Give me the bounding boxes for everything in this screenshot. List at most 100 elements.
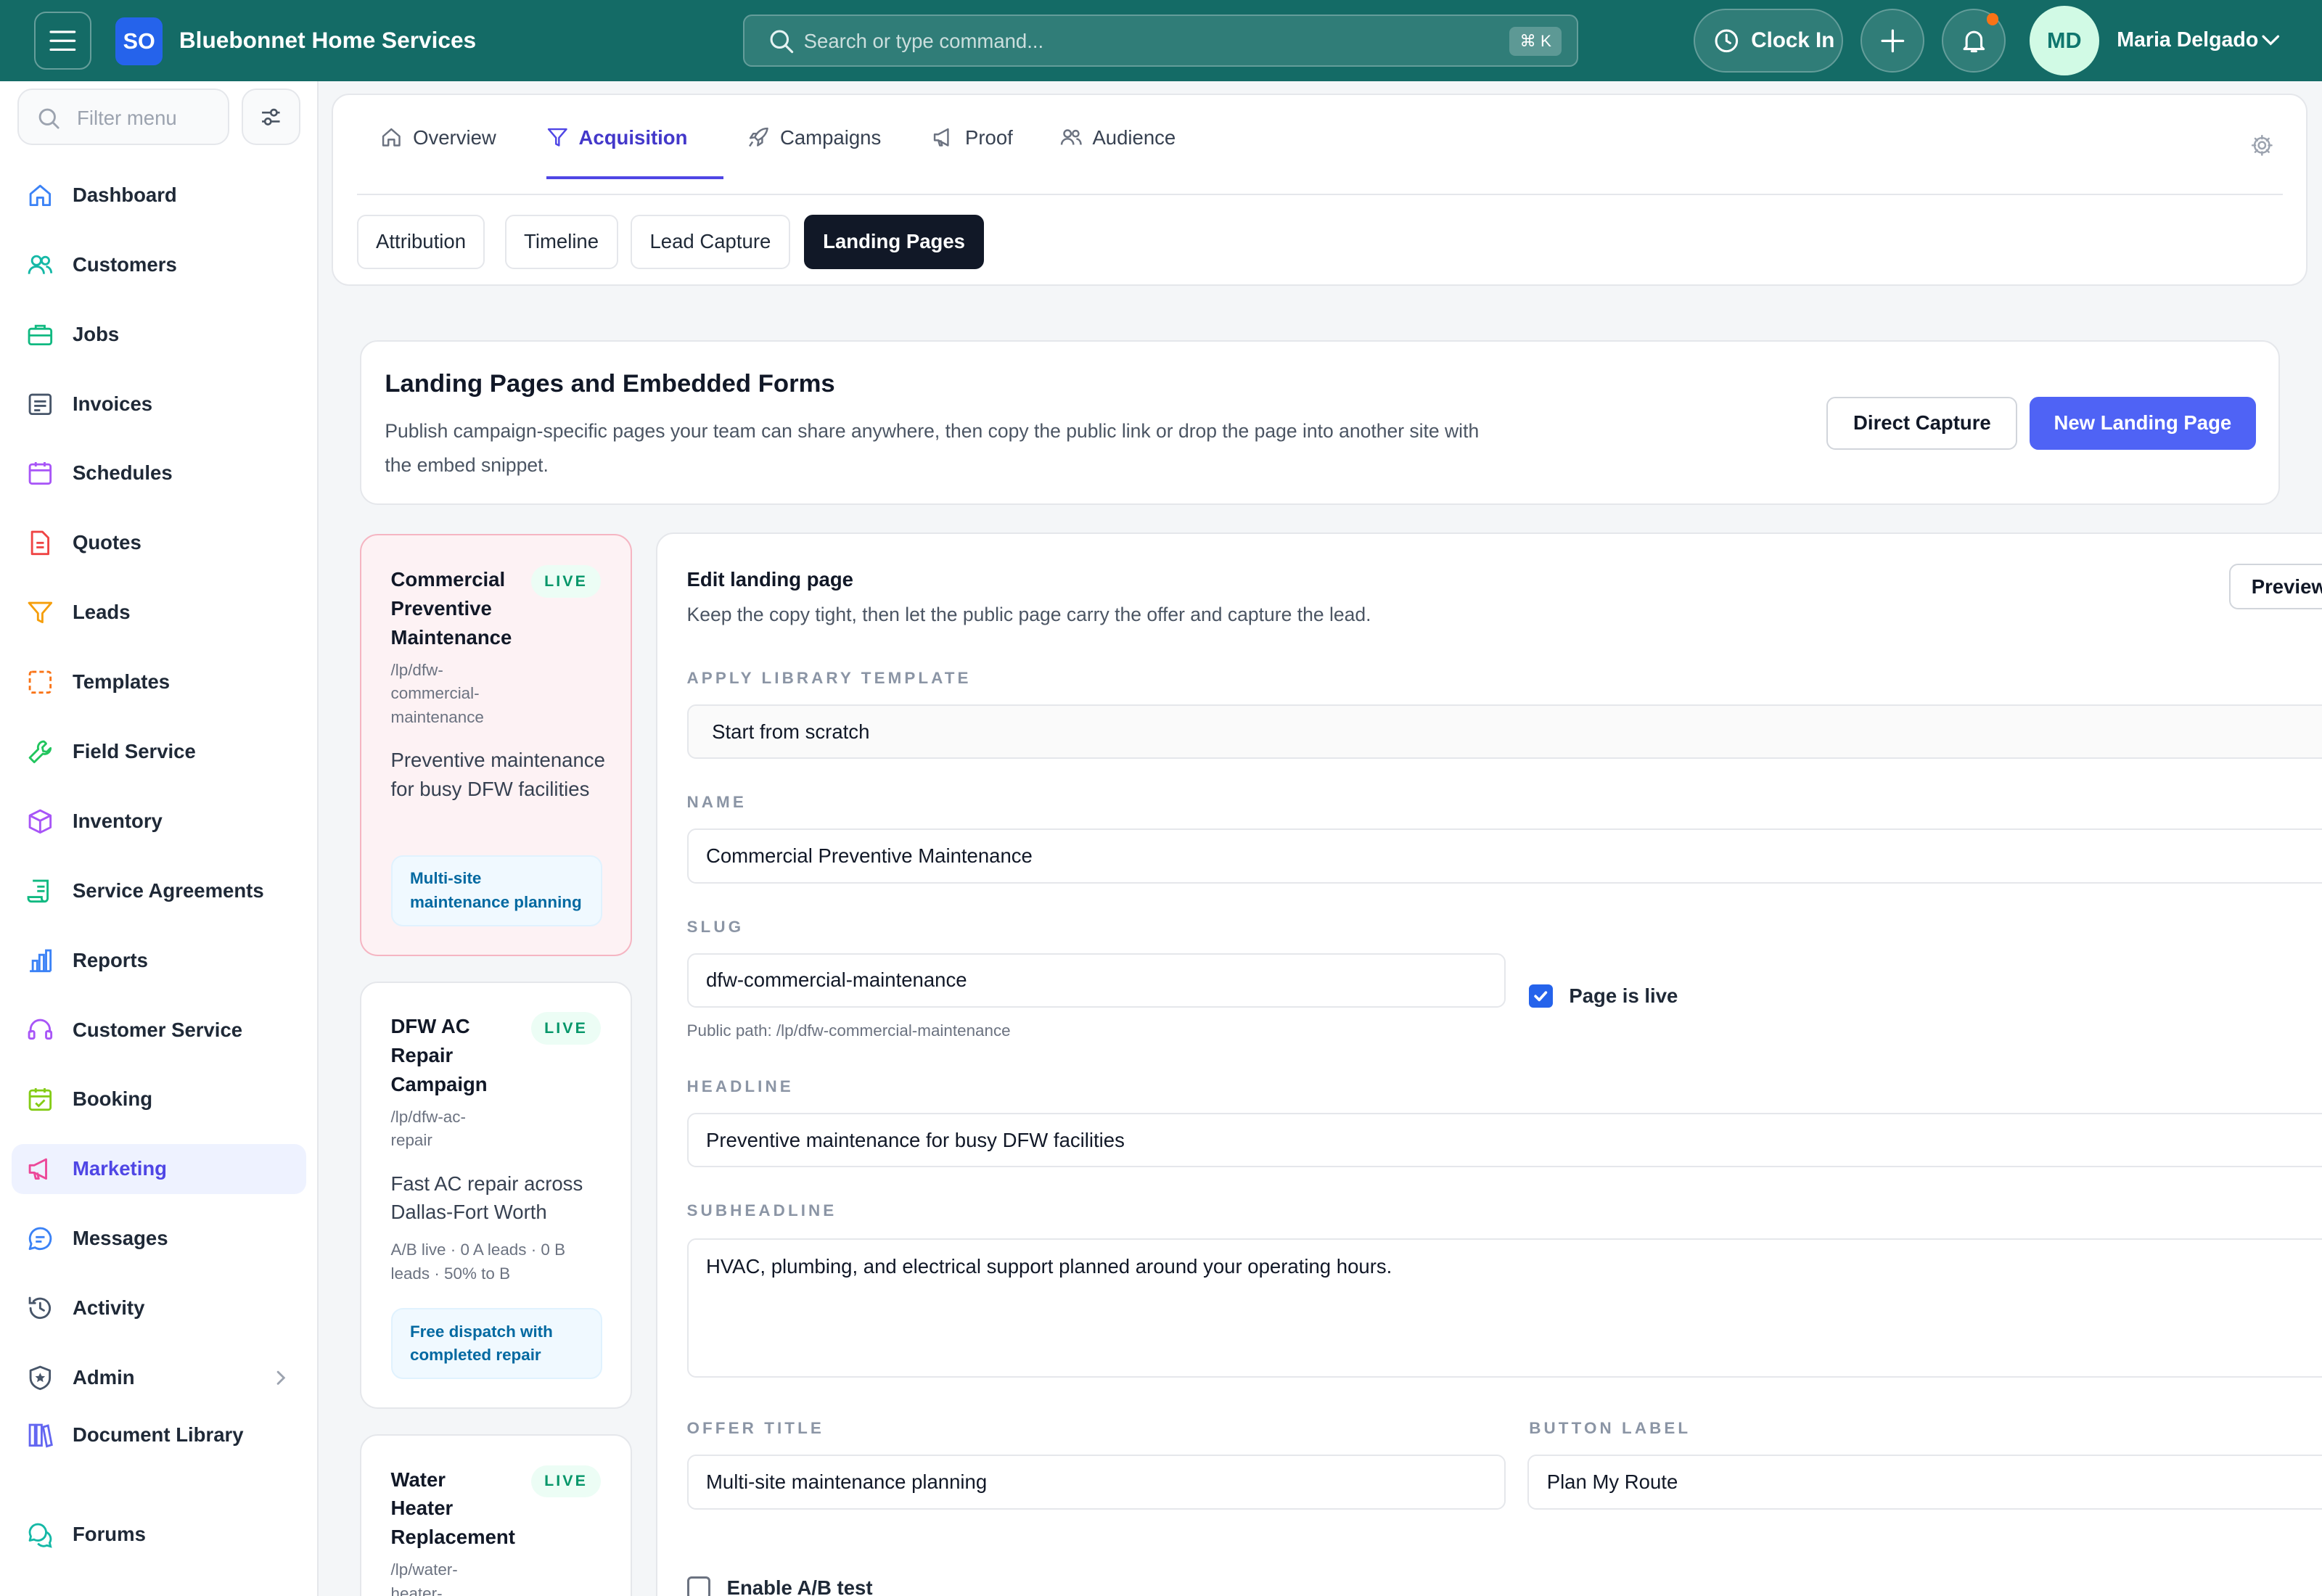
sidebar-item-label: Marketing xyxy=(72,1157,167,1180)
sidebar-item-marketing[interactable]: Marketing xyxy=(12,1143,307,1195)
subtab-timeline[interactable]: Timeline xyxy=(504,214,618,270)
tab-audience[interactable]: Audience xyxy=(1060,95,1176,181)
subheadline-textarea[interactable]: HVAC, plumbing, and electrical support p… xyxy=(686,1238,2322,1378)
file-icon xyxy=(30,530,49,556)
sidebar-item-reports[interactable]: Reports xyxy=(12,935,306,985)
filter-menu-input[interactable]: Filter menu xyxy=(17,89,230,145)
subtab-lead-capture[interactable]: Lead Capture xyxy=(630,214,790,270)
slug-field[interactable]: dfw-commercial-maintenance xyxy=(686,953,1506,1008)
sidebar: Filter menu Dashboard Customers Jobs Inv… xyxy=(0,81,319,1596)
users-icon xyxy=(28,255,52,274)
headline-field[interactable]: Preventive maintenance for busy DFW faci… xyxy=(686,1113,2322,1168)
landing-page-title: DFW AC Repair Campaign xyxy=(390,1015,488,1095)
editor-subtitle: Keep the copy tight, then let the public… xyxy=(686,604,1371,626)
users-icon xyxy=(1060,129,1082,145)
user-name[interactable]: Maria Delgado xyxy=(2117,28,2258,52)
offer-title-field[interactable]: Multi-site maintenance planning xyxy=(686,1455,1506,1510)
slug-label: SLUG xyxy=(686,917,744,936)
shield-icon xyxy=(29,1365,51,1390)
button-label-label: BUTTON LABEL xyxy=(1529,1419,1691,1438)
sidebar-item-booking[interactable]: Booking xyxy=(12,1074,306,1124)
sidebar-item-customer-service[interactable]: Customer Service xyxy=(12,1005,306,1055)
clock-in-button[interactable]: Clock In xyxy=(1693,9,1843,73)
landing-page-slug: /lp/dfw-ac-repair xyxy=(390,1107,466,1150)
sidebar-item-admin[interactable]: Admin xyxy=(12,1353,306,1403)
sidebar-item-jobs[interactable]: Jobs xyxy=(12,309,306,359)
direct-capture-button[interactable]: Direct Capture xyxy=(1826,396,2018,451)
add-button[interactable] xyxy=(1861,9,1924,73)
subtab-landing-pages[interactable]: Landing Pages xyxy=(803,214,985,270)
clock-icon xyxy=(1715,29,1739,52)
sidebar-item-field-service[interactable]: Field Service xyxy=(12,727,306,777)
clock-in-label: Clock In xyxy=(1751,28,1835,53)
sidebar-item-forums[interactable]: Forums xyxy=(12,1510,306,1560)
landing-page-card[interactable]: Commercial Preventive Maintenance LIVE /… xyxy=(359,534,633,956)
plus-icon xyxy=(1881,29,1905,53)
sidebar-item-label: Service Agreements xyxy=(72,879,264,902)
ab-test-checkbox[interactable] xyxy=(686,1576,711,1596)
sidebar-item-customers[interactable]: Customers xyxy=(12,239,306,289)
sidebar-item-activity[interactable]: Activity xyxy=(12,1283,306,1333)
chevron-down-icon[interactable] xyxy=(2260,30,2281,51)
landing-page-card[interactable]: Water Heater Replacement LIVE /lp/water-… xyxy=(359,1433,633,1596)
template-select[interactable]: Start from scratch xyxy=(686,704,2322,760)
ab-test-label[interactable]: Enable A/B test xyxy=(727,1576,873,1596)
sidebar-item-schedules[interactable]: Schedules xyxy=(12,448,306,498)
forum-icon xyxy=(28,1523,52,1548)
sidebar-item-label: Activity xyxy=(72,1296,145,1320)
new-landing-page-button[interactable]: New Landing Page xyxy=(2029,396,2256,451)
landing-page-title: Water Heater Replacement xyxy=(390,1468,515,1549)
tab-label: Overview xyxy=(413,126,496,149)
tab-campaigns[interactable]: Campaigns xyxy=(747,95,881,181)
filter-settings-button[interactable] xyxy=(241,89,301,145)
command-search[interactable]: Search or type command... ⌘ K xyxy=(743,15,1578,67)
status-badge: LIVE xyxy=(530,1465,602,1498)
subheadline-label: SUBHEADLINE xyxy=(686,1201,837,1220)
chat-icon xyxy=(28,1227,52,1251)
sidebar-item-document-library[interactable]: Document Library xyxy=(12,1410,306,1460)
page-live-checkbox[interactable] xyxy=(1529,984,1553,1008)
sidebar-item-invoices[interactable]: Invoices xyxy=(12,379,306,429)
sidebar-item-inventory[interactable]: Inventory xyxy=(12,797,306,847)
preview-button[interactable]: Preview xyxy=(2229,564,2322,610)
notifications-button[interactable] xyxy=(1942,9,2006,73)
avatar[interactable]: MD xyxy=(2029,6,2099,76)
button-label-field[interactable]: Plan My Route xyxy=(1527,1455,2322,1510)
template-icon xyxy=(28,670,52,694)
landing-page-headline: Fast AC repair across Dallas-Fort Worth xyxy=(390,1172,583,1224)
subtab-attribution[interactable]: Attribution xyxy=(356,214,485,270)
tab-proof[interactable]: Proof xyxy=(932,95,1013,181)
landing-page-card[interactable]: DFW AC Repair Campaign LIVE /lp/dfw-ac-r… xyxy=(359,981,633,1410)
sidebar-item-label: Quotes xyxy=(72,531,141,554)
app-logo[interactable]: SO xyxy=(115,17,163,65)
name-field[interactable]: Commercial Preventive Maintenance xyxy=(686,828,2322,884)
landing-page-title: Commercial Preventive Maintenance xyxy=(390,568,512,649)
home-icon xyxy=(29,184,51,206)
gear-icon[interactable] xyxy=(2250,133,2274,157)
editor-title: Edit landing page xyxy=(686,568,853,591)
sidebar-item-templates[interactable]: Templates xyxy=(12,657,306,707)
home-icon xyxy=(382,128,401,147)
sidebar-item-leads[interactable]: Leads xyxy=(12,588,306,638)
landing-pages-header: Landing Pages and Embedded Forms Publish… xyxy=(359,340,2280,505)
sidebar-item-service-agreements[interactable]: Service Agreements xyxy=(12,865,306,916)
app-name: Bluebonnet Home Services xyxy=(179,26,477,53)
search-shortcut: ⌘ K xyxy=(1509,26,1562,57)
tab-label: Proof xyxy=(964,126,1013,149)
top-bar: SO Bluebonnet Home Services Search or ty… xyxy=(0,0,2322,82)
bell-icon xyxy=(1963,30,1985,52)
status-badge: LIVE xyxy=(530,1012,602,1045)
funnel-icon xyxy=(28,601,52,624)
menu-button[interactable] xyxy=(33,12,92,70)
tab-label: Acquisition xyxy=(578,126,688,149)
sidebar-item-label: Customer Service xyxy=(72,1018,243,1041)
tab-overview[interactable]: Overview xyxy=(380,95,496,181)
sidebar-item-dashboard[interactable]: Dashboard xyxy=(12,170,306,221)
page-live-label[interactable]: Page is live xyxy=(1569,984,1678,1008)
search-icon xyxy=(38,108,60,129)
sidebar-item-messages[interactable]: Messages xyxy=(12,1214,306,1264)
calendar-check-icon xyxy=(28,1088,52,1111)
sidebar-item-label: Document Library xyxy=(72,1423,244,1447)
tab-acquisition[interactable]: Acquisition xyxy=(546,95,688,181)
sidebar-item-quotes[interactable]: Quotes xyxy=(12,518,306,568)
